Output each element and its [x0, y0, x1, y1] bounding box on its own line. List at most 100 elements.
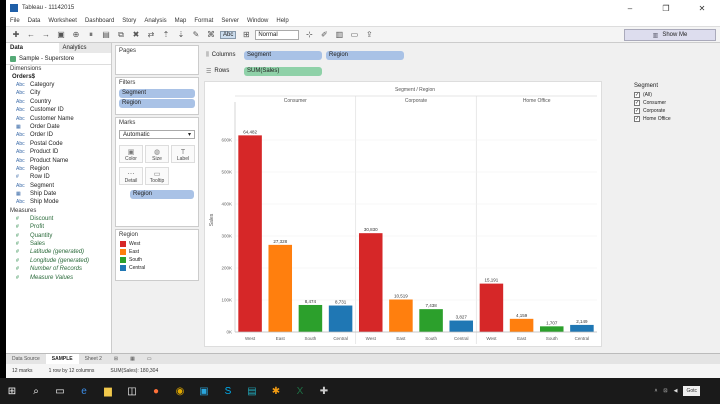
menu-data[interactable]: Data [28, 18, 41, 24]
app-teal-icon[interactable]: ▤ [244, 383, 260, 399]
file-explorer-icon[interactable]: ▆ [100, 383, 116, 399]
checkbox-checked-icon[interactable]: ✓ [634, 100, 640, 106]
tab-data-source[interactable]: Data Source [6, 354, 46, 365]
segment-filter-item[interactable]: ✓ Consumer [632, 99, 716, 107]
table-name[interactable]: Orders$ [6, 73, 111, 81]
dimension-field[interactable]: Abc Country [6, 98, 111, 106]
tableau-icon[interactable]: ✚ [10, 30, 22, 40]
filter-pill-segment[interactable]: Segment [119, 89, 195, 98]
new-sheet-icon[interactable]: ▤ [100, 30, 112, 40]
axes-icon[interactable]: ⊹ [303, 30, 315, 40]
search-icon[interactable]: ⌕ [28, 383, 44, 399]
datasource-item[interactable]: Sample - Superstore [6, 53, 111, 65]
swap-icon[interactable]: ⇄ [145, 30, 157, 40]
app-blue-icon[interactable]: ▣ [196, 383, 212, 399]
close-icon[interactable]: ✕ [684, 0, 720, 16]
dimension-field[interactable]: Abc Product Name [6, 157, 111, 165]
menu-server[interactable]: Server [221, 18, 239, 24]
dimension-field[interactable]: Abc Ship Mode [6, 198, 111, 206]
bar-chart[interactable]: Segment / Region Consumer Corporate Home Of… [205, 82, 603, 348]
back-icon[interactable]: ← [25, 30, 37, 40]
dimension-field[interactable]: # Row ID [6, 173, 111, 181]
excel-icon[interactable]: X [292, 383, 308, 399]
marks-pill-region[interactable]: Region [130, 190, 194, 199]
legend-item[interactable]: Central [116, 264, 198, 272]
rows-shelf[interactable]: ☰ Rows SUM(Sales) [202, 65, 602, 77]
pages-card[interactable]: Pages [115, 45, 199, 75]
tab-analytics[interactable]: Analytics [59, 43, 112, 53]
columns-pill-segment[interactable]: Segment [244, 50, 322, 60]
highlight-icon[interactable]: ✎ [190, 30, 202, 40]
measure-field[interactable]: # Discount [6, 215, 111, 223]
mark-button-size[interactable]: ◍ Size [145, 145, 169, 163]
chart-view[interactable]: Segment / Region Consumer Corporate Home Of… [204, 81, 602, 347]
menu-map[interactable]: Map [175, 18, 187, 24]
columns-pill-region[interactable]: Region [326, 50, 404, 60]
fit-select[interactable]: Normal [255, 29, 300, 40]
app-star-icon[interactable]: ✱ [268, 383, 284, 399]
pen-icon[interactable]: ✐ [318, 30, 330, 40]
menu-file[interactable]: File [10, 18, 20, 24]
clear-icon[interactable]: ✖ [130, 30, 142, 40]
duplicate-icon[interactable]: ⧉ [115, 30, 127, 40]
menu-help[interactable]: Help [276, 18, 288, 24]
sort-desc-icon[interactable]: ⇣ [175, 30, 187, 40]
mark-type-select[interactable]: Automatic ▾ [119, 130, 195, 139]
mark-button-detail[interactable]: ⋯ Detail [119, 167, 143, 185]
legend-item[interactable]: West [116, 240, 198, 248]
windows-start-icon[interactable]: ⊞ [4, 383, 20, 399]
volume-icon[interactable]: ◀ [674, 388, 678, 394]
measure-field[interactable]: # Sales [6, 240, 111, 248]
chart-icon[interactable]: ▥ [333, 30, 345, 40]
dimension-field[interactable]: Abc Postal Code [6, 140, 111, 148]
measure-field[interactable]: # Measure Values [6, 274, 111, 282]
menu-format[interactable]: Format [194, 18, 213, 24]
save-icon[interactable]: ▣ [55, 30, 67, 40]
dimension-field[interactable]: Abc Category [6, 81, 111, 89]
mark-button-label[interactable]: T Label [171, 145, 195, 163]
edge-icon[interactable]: e [76, 383, 92, 399]
group-icon[interactable]: ⌘ [205, 30, 217, 40]
tab-sheet-2[interactable]: Sheet 2 [79, 354, 108, 365]
task-view-icon[interactable]: ▭ [52, 383, 68, 399]
dimension-field[interactable]: Abc Region [6, 165, 111, 173]
fix-axes-icon[interactable]: ⊞ [240, 30, 252, 40]
tab-data[interactable]: Data [6, 43, 59, 53]
show-me-button[interactable]: ▥ Show Me [624, 29, 716, 41]
segment-filter-item[interactable]: ✓ Home Office [632, 115, 716, 123]
measure-field[interactable]: # Latitude (generated) [6, 248, 111, 256]
minimize-icon[interactable]: – [612, 0, 648, 16]
new-story-tab-icon[interactable]: ▭ [141, 354, 158, 365]
legend-item[interactable]: South [116, 256, 198, 264]
dimension-field[interactable]: Abc Order ID [6, 131, 111, 139]
measure-field[interactable]: # Profit [6, 223, 111, 231]
mark-button-tooltip[interactable]: ▭ Tooltip [145, 167, 169, 185]
chrome-icon[interactable]: ◉ [172, 383, 188, 399]
menu-window[interactable]: Window [247, 18, 268, 24]
columns-shelf[interactable]: ⫼ Columns Segment Region [202, 49, 602, 61]
mark-button-color[interactable]: ▣ Color [119, 145, 143, 163]
maximize-icon[interactable]: ❐ [648, 0, 684, 16]
measure-field[interactable]: # Quantity [6, 232, 111, 240]
gotcha-badge[interactable]: Gotc [683, 386, 700, 396]
checkbox-checked-icon[interactable]: ✓ [634, 92, 640, 98]
store-icon[interactable]: ◫ [124, 383, 140, 399]
new-sheet-tab-icon[interactable]: ⊞ [108, 354, 124, 365]
pause-icon[interactable]: ⏸ [85, 30, 97, 40]
new-datasource-icon[interactable]: ⊕ [70, 30, 82, 40]
show-labels-button[interactable]: Abc [220, 30, 237, 39]
checkbox-checked-icon[interactable]: ✓ [634, 116, 640, 122]
sort-asc-icon[interactable]: ⇡ [160, 30, 172, 40]
forward-icon[interactable]: → [40, 30, 52, 40]
dimension-field[interactable]: Abc City [6, 89, 111, 97]
menu-analysis[interactable]: Analysis [144, 18, 166, 24]
tab-sample[interactable]: SAMPLE [45, 353, 79, 365]
dimension-field[interactable]: Abc Product ID [6, 148, 111, 156]
checkbox-checked-icon[interactable]: ✓ [634, 108, 640, 114]
measure-field[interactable]: # Number of Records [6, 265, 111, 273]
dimension-field[interactable]: Abc Customer Name [6, 115, 111, 123]
measure-field[interactable]: # Longitude (generated) [6, 257, 111, 265]
menu-dashboard[interactable]: Dashboard [85, 18, 114, 24]
presentation-icon[interactable]: ▭ [348, 30, 360, 40]
firefox-icon[interactable]: ● [148, 383, 164, 399]
